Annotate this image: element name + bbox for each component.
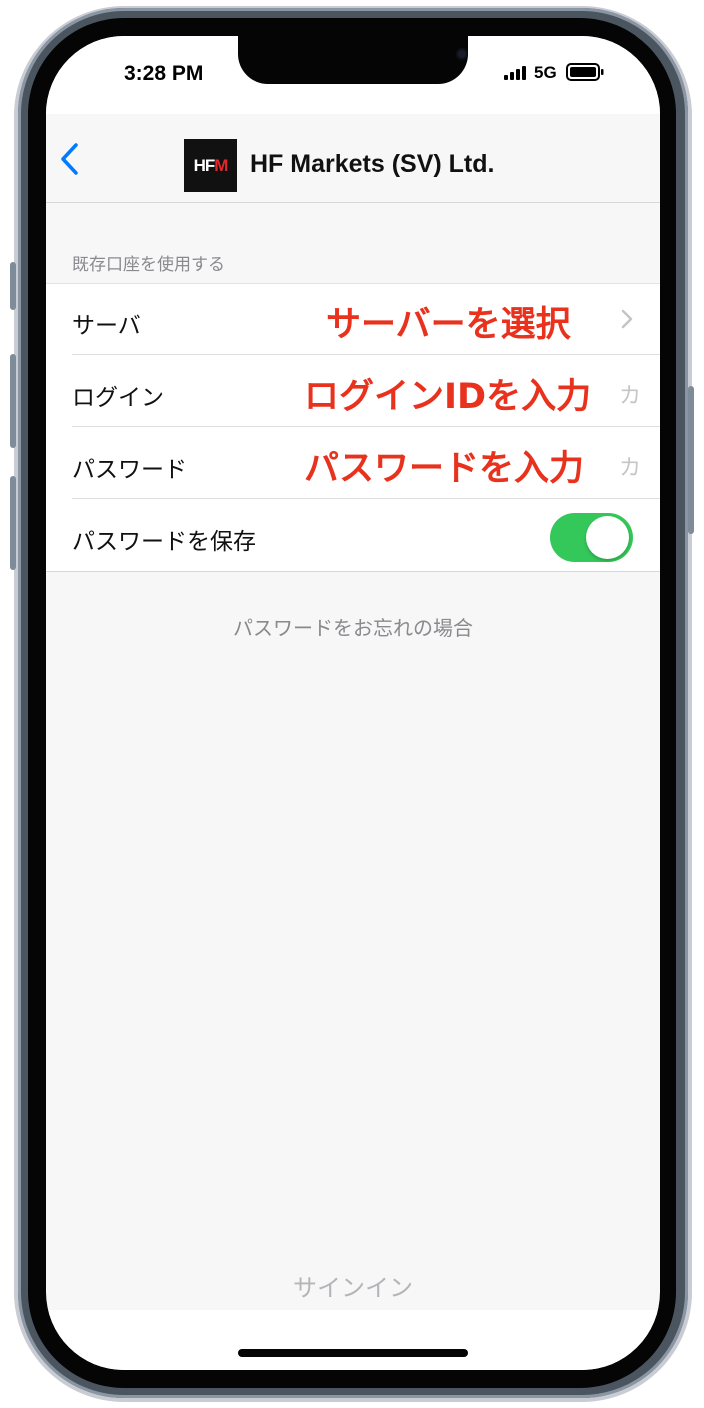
sign-in-button[interactable]: サインイン [46,1268,660,1303]
chevron-right-icon [621,309,633,329]
screen: 3:28 PM 5G HF M HF Markets (SV) Ltd. 既存口座… [46,36,660,1370]
toggle-knob [586,516,629,559]
signal-icon [504,66,526,80]
password-label: パスワード [72,457,187,483]
camera [456,48,468,60]
home-indicator [238,1349,468,1357]
battery-icon [566,63,604,81]
home-indicator-area [46,1310,660,1370]
save-password-label: パスワードを保存 [72,529,256,555]
server-annotation: サーバーを選択 [326,305,571,345]
volume-down-button [10,476,16,570]
row-separator [72,426,660,427]
server-label: サーバ [72,313,141,339]
server-row[interactable]: サーバ サーバーを選択 [46,284,660,355]
save-password-toggle[interactable] [550,513,633,562]
back-chevron-icon[interactable] [58,142,80,176]
nav-title: HF Markets (SV) Ltd. [250,150,495,178]
login-placeholder: カ [619,384,642,409]
account-form: サーバ サーバーを選択 ログイン カ ログインIDを入力 パスワード カ パスワ… [46,283,660,572]
forgot-password-link[interactable]: パスワードをお忘れの場合 [46,612,660,641]
save-password-row: パスワードを保存 [46,500,660,571]
password-placeholder: カ [619,456,642,481]
password-annotation: パスワードを入力 [304,449,585,489]
navigation-bar: HF M HF Markets (SV) Ltd. [46,114,660,203]
silent-switch [10,262,16,310]
login-label: ログイン [72,385,164,411]
row-separator [72,498,660,499]
volume-up-button [10,354,16,448]
section-header: 既存口座を使用する [72,255,225,275]
login-annotation: ログインIDを入力 [304,377,592,417]
password-row[interactable]: パスワード カ パスワードを入力 [46,428,660,499]
login-row[interactable]: ログイン カ ログインIDを入力 [46,356,660,427]
row-separator [72,354,660,355]
notch [238,36,468,84]
status-time: 3:28 PM [124,62,204,85]
power-button [688,386,694,534]
broker-logo: HF M [184,139,237,192]
network-type: 5G [534,63,557,82]
